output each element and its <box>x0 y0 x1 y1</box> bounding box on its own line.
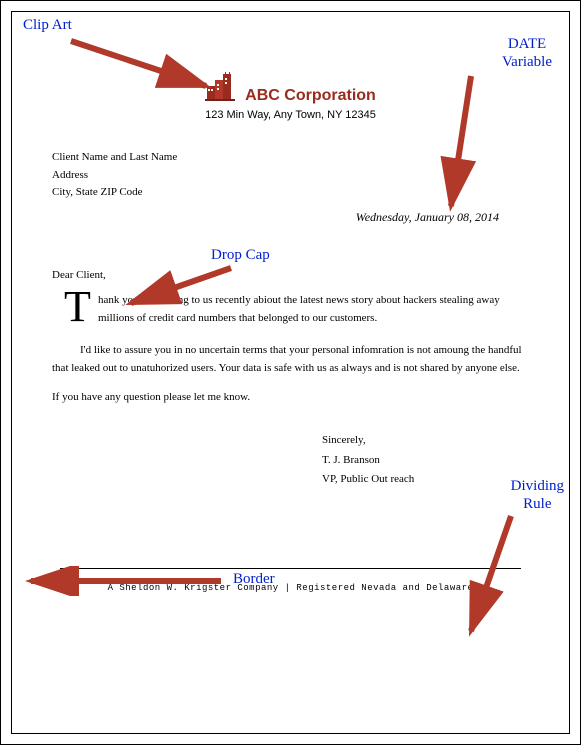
signature-closing: Sincerely, <box>322 431 529 451</box>
logo-row: ABC Corporation <box>205 72 376 105</box>
salutation: Dear Client, <box>52 269 529 281</box>
company-address: 123 Min Way, Any Town, NY 12345 <box>52 109 529 121</box>
document-page: ABC Corporation 123 Min Way, Any Town, N… <box>11 11 570 734</box>
body-paragraph-1: T hank you for writing to us recently ab… <box>52 291 529 331</box>
signature-name: T. J. Branson <box>322 451 529 471</box>
signature-title: VP, Public Out reach <box>322 470 529 490</box>
body-p1-text: hank you for writing to us recently abio… <box>98 294 500 325</box>
company-name: ABC Corporation <box>245 87 376 105</box>
footer-text: A Sheldon W. Krigster Company | Register… <box>52 583 529 593</box>
letterhead: ABC Corporation 123 Min Way, Any Town, N… <box>52 72 529 121</box>
signature-block: Sincerely, T. J. Branson VP, Public Out … <box>322 431 529 490</box>
recipient-city-state-zip: City, State ZIP Code <box>52 184 529 202</box>
dividing-rule <box>60 568 521 569</box>
body-paragraph-2: I'd like to assure you in no uncertain t… <box>52 341 529 378</box>
recipient-name: Client Name and Last Name <box>52 149 529 167</box>
building-clipart-icon <box>205 72 239 105</box>
recipient-block: Client Name and Last Name Address City, … <box>52 149 529 202</box>
recipient-address: Address <box>52 167 529 185</box>
body-paragraph-3: If you have any question please let me k… <box>52 388 529 407</box>
drop-cap-letter: T <box>64 285 91 329</box>
date-field: Wednesday, January 08, 2014 <box>52 210 529 225</box>
